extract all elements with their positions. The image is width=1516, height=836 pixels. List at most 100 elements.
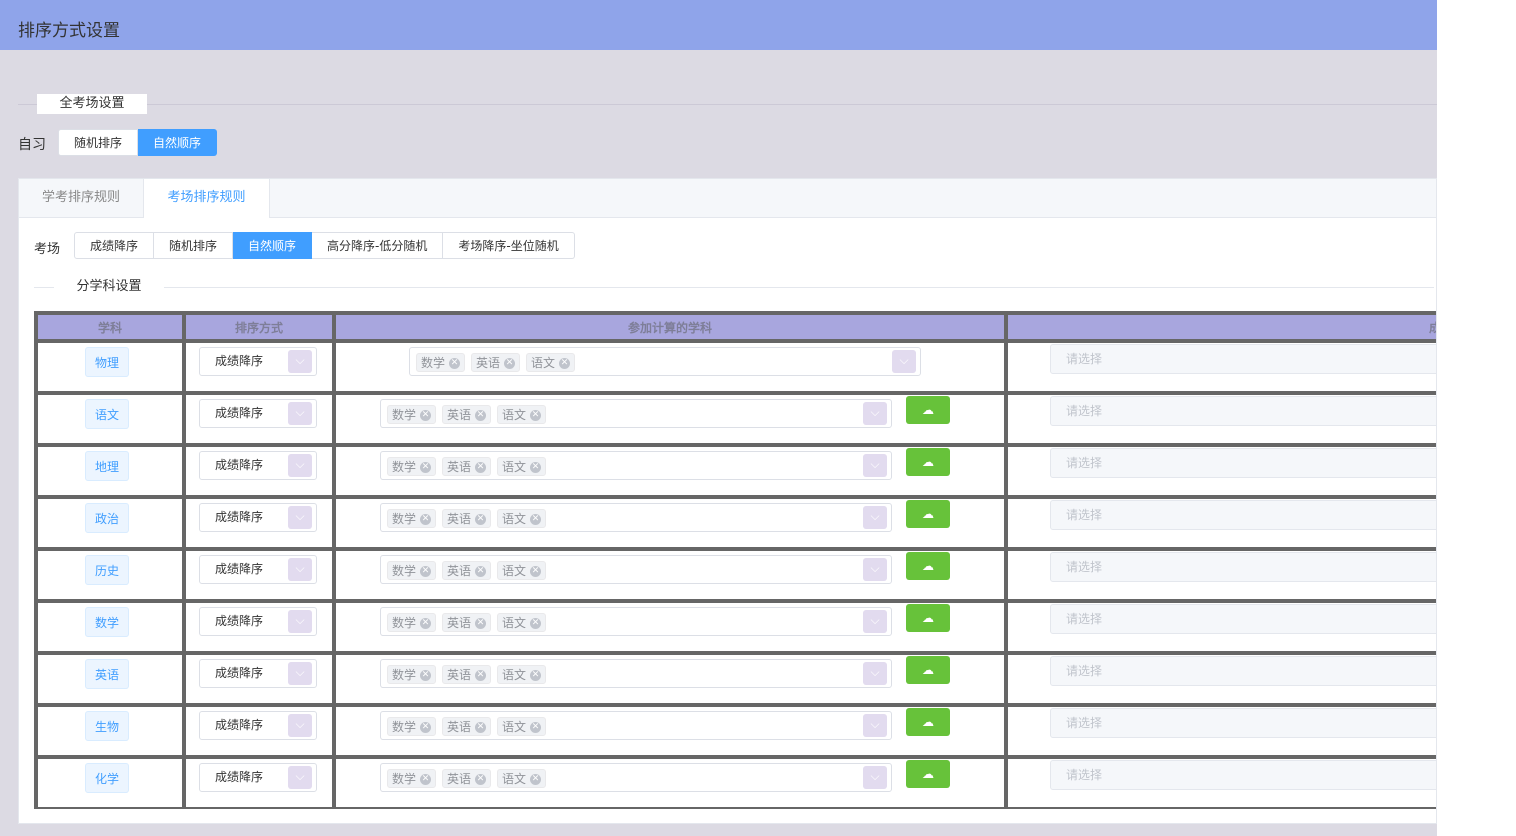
chevron-down-icon: ⌵ [863,662,887,685]
sort-method-select[interactable]: 成绩降序 ⌵ [199,503,317,532]
sort-method-select[interactable]: 成绩降序 ⌵ [199,347,317,376]
room-select-input[interactable]: 请选择 [1050,656,1436,686]
table-row: 物理 成绩降序 ⌵ 数学 ✕ 英语 ✕ 语文 ✕ ⌵ 请选择 [34,339,1436,395]
calc-subjects-multiselect[interactable]: 数学 ✕ 英语 ✕ 语文 ✕ ⌵ [380,763,892,792]
upload-button[interactable]: ☁ [906,500,950,528]
cloud-upload-icon: ☁ [922,507,934,521]
room-select-input[interactable]: 请选择 [1050,396,1436,426]
close-circle-icon[interactable]: ✕ [530,410,542,421]
upload-button[interactable]: ☁ [906,656,950,684]
upload-button[interactable]: ☁ [906,396,950,424]
exam-option-score-desc[interactable]: 成绩降序 [74,232,155,259]
zixi-label: 自习 [18,137,46,153]
upload-button[interactable]: ☁ [906,604,950,632]
chevron-down-icon: ⌵ [288,402,312,425]
table-row: 生物 成绩降序 ⌵ 数学 ✕ 英语 ✕ 语文 ✕ ⌵ ☁ 请选择 [34,703,1436,759]
close-circle-icon[interactable]: ✕ [530,774,542,785]
close-circle-icon[interactable]: ✕ [420,670,432,681]
calc-subjects-multiselect[interactable]: 数学 ✕ 英语 ✕ 语文 ✕ ⌵ [380,607,892,636]
close-circle-icon[interactable]: ✕ [420,722,432,733]
close-circle-icon[interactable]: ✕ [530,618,542,629]
chevron-down-icon: ⌵ [288,766,312,789]
close-circle-icon[interactable]: ✕ [559,358,571,369]
room-select-input[interactable]: 请选择 [1050,604,1436,634]
close-circle-icon[interactable]: ✕ [475,462,487,473]
calc-subjects-multiselect[interactable]: 数学 ✕ 英语 ✕ 语文 ✕ ⌵ [409,347,921,376]
calc-subjects-multiselect[interactable]: 数学 ✕ 英语 ✕ 语文 ✕ ⌵ [380,451,892,480]
chevron-down-icon: ⌵ [288,558,312,581]
sort-method-select[interactable]: 成绩降序 ⌵ [199,763,317,792]
close-circle-icon[interactable]: ✕ [475,566,487,577]
sort-method-select[interactable]: 成绩降序 ⌵ [199,659,317,688]
subject-badge: 地理 [85,451,129,481]
close-circle-icon[interactable]: ✕ [420,774,432,785]
upload-button[interactable]: ☁ [906,448,950,476]
score-desc-rooms-cell: 请选择 [1004,651,1436,707]
room-select-input[interactable]: 请选择 [1050,552,1436,582]
calc-subjects-cell: 数学 ✕ 英语 ✕ 语文 ✕ ⌵ ☁ [332,391,1008,447]
close-circle-icon[interactable]: ✕ [475,618,487,629]
chevron-down-icon: ⌵ [288,454,312,477]
exam-option-high-desc-low-random[interactable]: 高分降序-低分随机 [312,232,444,259]
close-circle-icon[interactable]: ✕ [475,410,487,421]
exam-room-radio-group: 成绩降序 随机排序 自然顺序 高分降序-低分随机 考场降序-坐位随机 [74,232,575,259]
exam-option-room-desc-seat-random[interactable]: 考场降序-坐位随机 [443,232,575,259]
sort-method-select[interactable]: 成绩降序 ⌵ [199,399,317,428]
cloud-upload-icon: ☁ [922,715,934,729]
sort-method-select[interactable]: 成绩降序 ⌵ [199,451,317,480]
close-circle-icon[interactable]: ✕ [420,410,432,421]
close-circle-icon[interactable]: ✕ [420,462,432,473]
calc-subjects-multiselect[interactable]: 数学 ✕ 英语 ✕ 语文 ✕ ⌵ [380,399,892,428]
exam-option-random[interactable]: 随机排序 [154,232,234,259]
upload-button[interactable]: ☁ [906,552,950,580]
selected-subject-tag: 数学 ✕ [387,665,437,684]
close-circle-icon[interactable]: ✕ [530,670,542,681]
close-circle-icon[interactable]: ✕ [420,618,432,629]
calc-subjects-multiselect[interactable]: 数学 ✕ 英语 ✕ 语文 ✕ ⌵ [380,555,892,584]
tab-academic-sort-rules[interactable]: 学考排序规则 [19,179,143,217]
upload-button[interactable]: ☁ [906,708,950,736]
selected-subject-tag: 数学 ✕ [387,613,437,632]
close-circle-icon[interactable]: ✕ [475,722,487,733]
calc-subjects-multiselect[interactable]: 数学 ✕ 英语 ✕ 语文 ✕ ⌵ [380,503,892,532]
close-circle-icon[interactable]: ✕ [530,514,542,525]
chevron-down-icon: ⌵ [863,766,887,789]
selected-subject-tag: 数学 ✕ [387,717,437,736]
calc-subjects-cell: 数学 ✕ 英语 ✕ 语文 ✕ ⌵ ☁ [332,755,1008,809]
exam-option-natural[interactable]: 自然顺序 [233,232,313,259]
close-circle-icon[interactable]: ✕ [420,566,432,577]
room-select-input[interactable]: 请选择 [1050,760,1436,790]
close-circle-icon[interactable]: ✕ [449,358,461,369]
zixi-option-random[interactable]: 随机排序 [58,129,139,156]
upload-button[interactable]: ☁ [906,760,950,788]
subject-cell: 生物 [34,703,186,759]
close-circle-icon[interactable]: ✕ [475,514,487,525]
sort-method-select[interactable]: 成绩降序 ⌵ [199,555,317,584]
close-circle-icon[interactable]: ✕ [530,566,542,577]
close-circle-icon[interactable]: ✕ [420,514,432,525]
tag-label: 英语 [447,616,472,630]
room-select-input[interactable]: 请选择 [1050,344,1436,374]
tag-label: 英语 [447,460,472,474]
subject-cell: 历史 [34,547,186,603]
zixi-option-natural[interactable]: 自然顺序 [138,129,218,156]
cloud-upload-icon: ☁ [922,663,934,677]
room-select-input[interactable]: 请选择 [1050,448,1436,478]
column-header-subject: 学科 [34,311,186,343]
close-circle-icon[interactable]: ✕ [504,358,516,369]
room-select-input[interactable]: 请选择 [1050,708,1436,738]
close-circle-icon[interactable]: ✕ [530,462,542,473]
tab-exam-room-sort-rules[interactable]: 考场排序规则 [143,179,270,218]
calc-subjects-multiselect[interactable]: 数学 ✕ 英语 ✕ 语文 ✕ ⌵ [380,659,892,688]
close-circle-icon[interactable]: ✕ [475,774,487,785]
title-bar: 排序方式设置 [0,0,1437,50]
subject-badge: 英语 [85,659,129,689]
room-select-input[interactable]: 请选择 [1050,500,1436,530]
close-circle-icon[interactable]: ✕ [530,722,542,733]
sort-method-select[interactable]: 成绩降序 ⌵ [199,607,317,636]
calc-subjects-multiselect[interactable]: 数学 ✕ 英语 ✕ 语文 ✕ ⌵ [380,711,892,740]
sort-method-select[interactable]: 成绩降序 ⌵ [199,711,317,740]
close-circle-icon[interactable]: ✕ [475,670,487,681]
chevron-down-icon: ⌵ [863,610,887,633]
tag-label: 数学 [392,408,417,422]
